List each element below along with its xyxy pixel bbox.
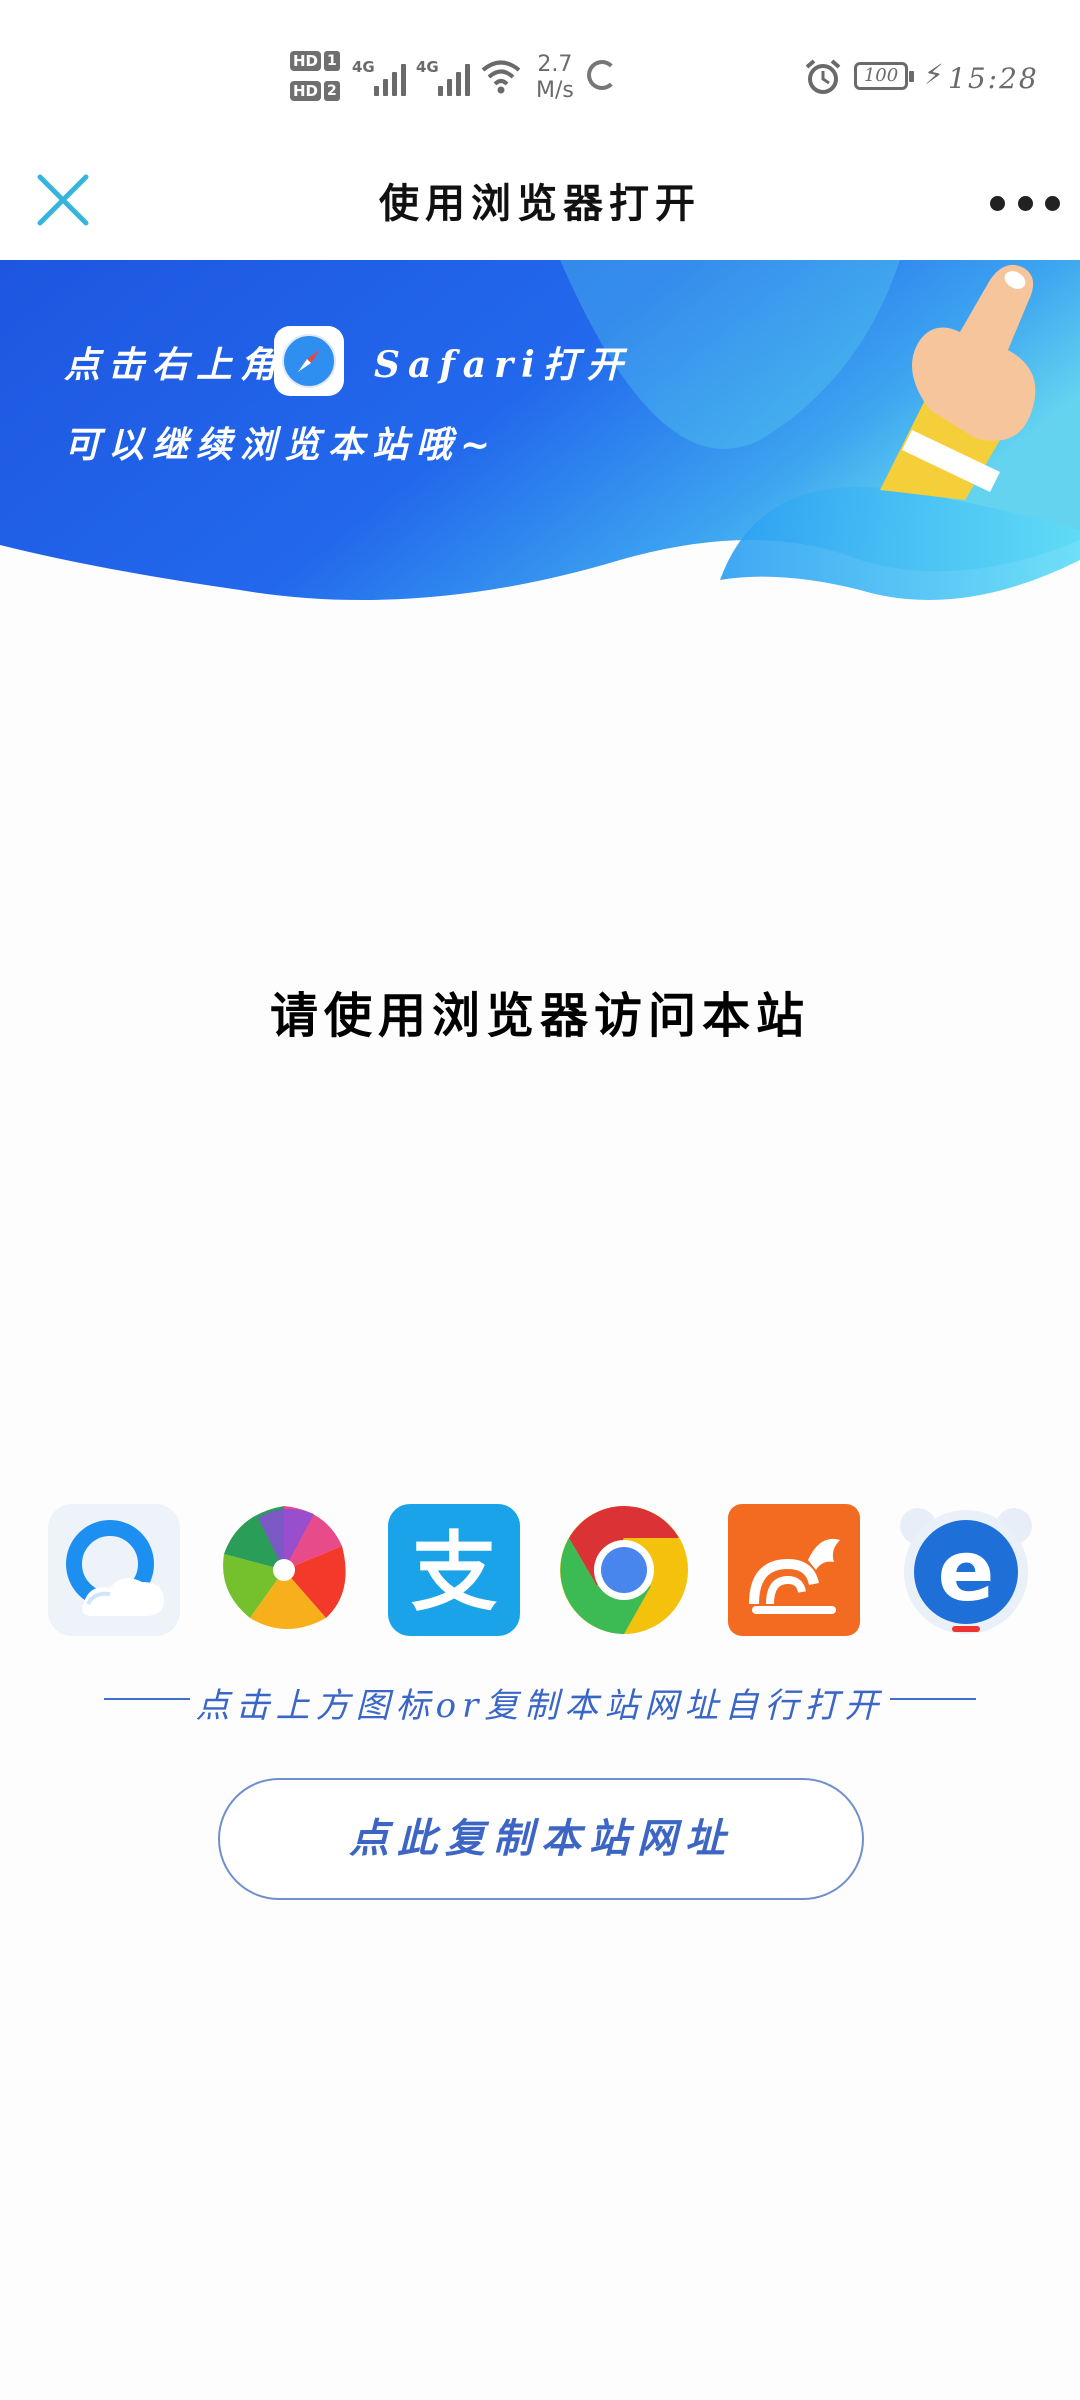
ie-icon[interactable]: e	[896, 1500, 1036, 1640]
pointing-hand-icon	[880, 264, 1036, 500]
hd-badge: HD	[290, 81, 322, 101]
signal-icon-sim2: 4G	[416, 58, 470, 96]
nav-bar: 使用浏览器打开	[0, 145, 1080, 260]
pinwheel-browser-icon[interactable]	[214, 1500, 354, 1640]
svg-text:e: e	[938, 1522, 995, 1620]
dot-icon	[990, 195, 1005, 211]
alarm-icon	[805, 59, 841, 94]
alipay-icon[interactable]: 支	[384, 1500, 524, 1640]
battery-icon: 100	[854, 62, 914, 90]
wifi-icon	[481, 60, 521, 94]
charging-icon: ⚡	[924, 58, 944, 91]
banner-line1-prefix: 点击右上角	[64, 344, 285, 386]
network-speed: 2.7 M/s	[536, 52, 574, 103]
instruction-divider: 点击上方图标or复制本站网址自行打开	[0, 1674, 1080, 1726]
browser-icon-row: 支 e	[0, 1500, 1080, 1660]
page-title: 使用浏览器打开	[379, 180, 701, 227]
more-menu-button[interactable]	[990, 185, 1060, 221]
divider-line-right	[890, 1698, 976, 1700]
banner-line2: 可以继续浏览本站哦~	[64, 424, 499, 466]
clock: 15:28	[948, 62, 1039, 95]
chrome-icon[interactable]	[554, 1500, 694, 1640]
svg-text:支: 支	[411, 1523, 497, 1623]
uc-browser-icon[interactable]	[724, 1500, 864, 1640]
sync-icon	[587, 60, 617, 90]
status-bar: HD 1 HD 2 4G 4G 2.7 M/s 100 ⚡ 15:28	[0, 0, 1080, 145]
sim2-badge: 2	[324, 81, 340, 101]
sim-indicators: HD 1 HD 2	[290, 48, 342, 108]
copy-url-button[interactable]: 点此复制本站网址	[218, 1778, 864, 1900]
hd-badge: HD	[290, 51, 322, 71]
hint-banner: 点击右上角 Safari打开 可以继续浏览本站哦~	[0, 260, 1080, 600]
sim1-badge: 1	[324, 51, 340, 71]
dot-icon	[1017, 195, 1033, 211]
signal-icon-sim1: 4G	[352, 58, 406, 96]
instruction-text: 点击上方图标or复制本站网址自行打开	[195, 1686, 885, 1726]
banner-line1-suffix: Safari打开	[374, 344, 631, 386]
qq-browser-icon[interactable]	[44, 1500, 184, 1640]
safari-icon	[274, 326, 344, 396]
dot-icon	[1045, 195, 1060, 211]
open-in-browser-prompt: 请使用浏览器访问本站	[269, 988, 810, 1044]
